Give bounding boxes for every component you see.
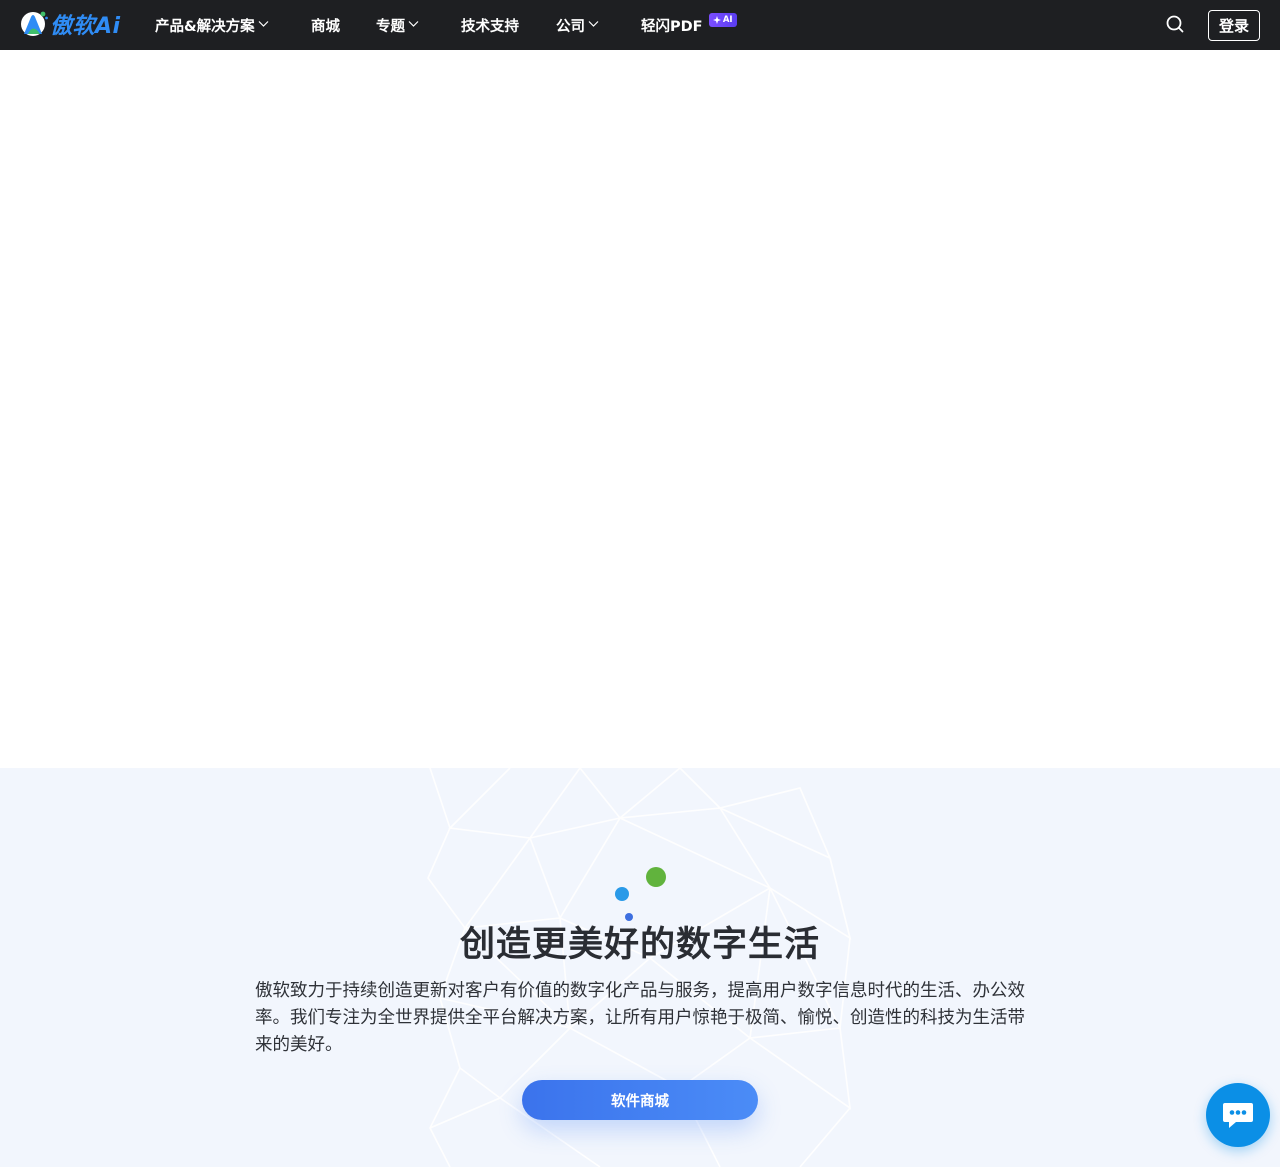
hero-area [0, 50, 1280, 768]
nav-item-label: 专题 [376, 18, 405, 35]
chat-button[interactable] [1206, 1083, 1270, 1147]
search-icon[interactable] [1165, 14, 1185, 34]
chevron-down-icon [408, 20, 419, 27]
main-nav: 产品&解决方案 商城 专题 技术支持 公司 轻闪PDF AI [155, 0, 737, 50]
ai-badge: AI [708, 13, 737, 27]
top-navbar: 傲软Ai 产品&解决方案 商城 专题 技术支持 公司 轻闪PDF AI 登录 [0, 0, 1280, 50]
software-store-button[interactable]: 软件商城 [522, 1080, 758, 1120]
section-description: 傲软致力于持续创造更新对客户有价值的数字化产品与服务，提高用户数字信息时代的生活… [255, 981, 1025, 1055]
chevron-down-icon [258, 20, 269, 27]
nav-item-pdf[interactable]: 轻闪PDF AI [641, 0, 737, 50]
chevron-down-icon [588, 20, 599, 27]
nav-item-label: 技术支持 [461, 18, 519, 35]
nav-item-topics[interactable]: 专题 [376, 0, 461, 50]
about-section: 创造更美好的数字生活 傲软致力于持续创造更新对客户有价值的数字化产品与服务，提高… [0, 768, 1280, 1167]
brand-logo[interactable]: 傲软Ai [19, 7, 121, 41]
nav-item-store[interactable]: 商城 [311, 0, 376, 50]
aoruan-logo-icon [19, 9, 49, 39]
nav-item-label: 公司 [556, 18, 585, 35]
brand-name: 傲软Ai [50, 14, 121, 39]
sparkle-icon [712, 16, 721, 24]
section-title: 创造更美好的数字生活 [459, 925, 820, 965]
chat-bubble-icon [1223, 1103, 1253, 1128]
nav-item-products[interactable]: 产品&解决方案 [155, 0, 311, 50]
login-button[interactable]: 登录 [1208, 10, 1260, 41]
ai-badge-label: AI [722, 15, 733, 25]
nav-item-company[interactable]: 公司 [556, 0, 641, 50]
nav-item-label: 产品&解决方案 [155, 18, 255, 35]
nav-item-support[interactable]: 技术支持 [461, 0, 556, 50]
nav-item-label: 商城 [311, 18, 340, 35]
nav-item-label: 轻闪PDF [641, 18, 703, 35]
